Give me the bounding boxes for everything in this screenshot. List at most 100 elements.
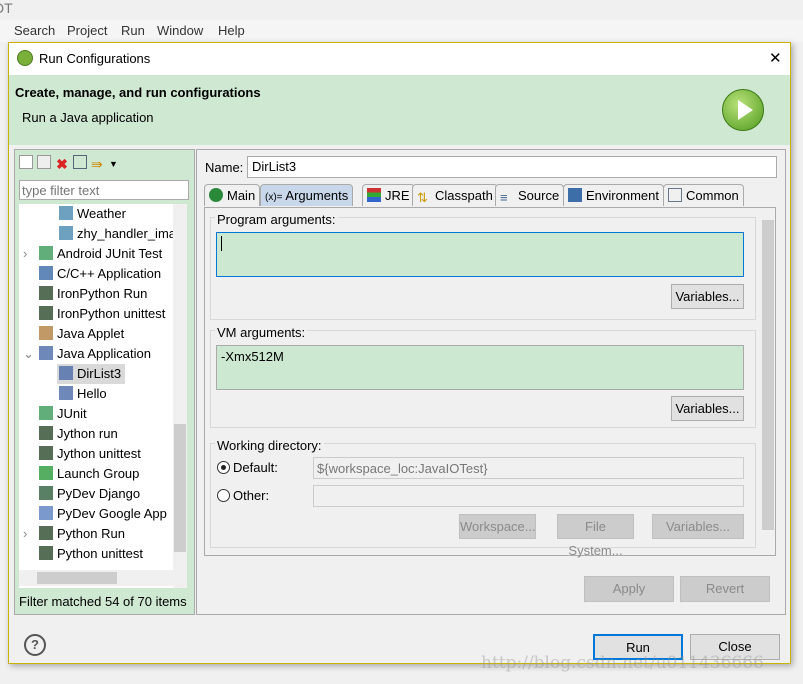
tree-item-label: Python Run	[57, 526, 125, 541]
other-label: Other:	[233, 488, 270, 503]
vm-arguments-group: VM arguments: -Xmx512M Variables...	[210, 325, 756, 428]
collapse-all-icon[interactable]	[73, 155, 87, 169]
program-arguments-input[interactable]	[216, 232, 744, 277]
tree-vscrollbar[interactable]	[173, 204, 187, 588]
name-input[interactable]: DirList3	[247, 156, 777, 178]
python-icon	[39, 546, 53, 560]
tree-item[interactable]: zhy_handler_ima	[59, 224, 176, 244]
close-icon[interactable]: ✕	[769, 49, 782, 67]
menu-help[interactable]: Help	[218, 23, 245, 38]
python-icon	[39, 446, 53, 460]
other-radio[interactable]	[217, 489, 230, 502]
title-bar: Run Configurations ✕	[9, 43, 790, 75]
program-arguments-label: Program arguments:	[215, 212, 338, 227]
tree-item[interactable]: ⌄ Java Application	[23, 344, 151, 364]
tree-item-label: PyDev Django	[57, 486, 141, 501]
apply-button[interactable]: Apply	[584, 576, 674, 602]
tree-item-label: Java Applet	[57, 326, 125, 341]
scroll-thumb[interactable]	[174, 424, 186, 552]
tree-item[interactable]: PyDev Google App	[39, 504, 167, 524]
menu-run[interactable]: Run	[121, 23, 145, 38]
tree-item-label: IronPython Run	[57, 286, 148, 301]
tab-source[interactable]: ≡ Source	[495, 184, 565, 206]
tree-item-label: Python unittest	[57, 546, 143, 561]
tree-item-label: DirList3	[77, 366, 122, 381]
android-app-icon	[59, 226, 73, 240]
menu-search[interactable]: Search	[14, 23, 55, 38]
tree-item-label: Java Application	[57, 346, 151, 361]
tab-common[interactable]: Common	[663, 184, 744, 206]
django-icon	[39, 486, 53, 500]
program-variables-button[interactable]: Variables...	[671, 284, 744, 309]
chevron-down-icon[interactable]: ⌄	[23, 344, 34, 364]
java-applet-icon	[39, 326, 53, 340]
tree-item[interactable]: IronPython Run	[39, 284, 147, 304]
default-radio[interactable]	[217, 461, 230, 474]
tree-item-label: Hello	[77, 386, 107, 401]
menu-project[interactable]: Project	[67, 23, 107, 38]
tree-item[interactable]: Jython unittest	[39, 444, 141, 464]
delete-icon[interactable]: ✖	[55, 157, 69, 171]
run-configurations-dialog: Run Configurations ✕ Create, manage, and…	[8, 42, 791, 673]
duplicate-icon[interactable]	[37, 155, 51, 169]
tree-item[interactable]: C/C++ Application	[39, 264, 161, 284]
tree-item[interactable]: Java Applet	[39, 324, 124, 344]
tab-environment[interactable]: Environment	[563, 184, 664, 206]
name-label: Name:	[205, 160, 244, 175]
working-directory-label: Working directory:	[215, 438, 324, 453]
tree-item[interactable]: Python unittest	[39, 544, 143, 564]
python-icon	[39, 426, 53, 440]
revert-button[interactable]: Revert	[680, 576, 770, 602]
vm-arguments-input[interactable]: -Xmx512M	[216, 345, 744, 390]
tree-item-label: IronPython unittest	[57, 306, 166, 321]
c-app-icon	[39, 266, 53, 280]
tree-item-label: Jython run	[57, 426, 118, 441]
chevron-right-icon[interactable]: ›	[23, 524, 27, 544]
tree-item[interactable]: Launch Group	[39, 464, 139, 484]
tab-arguments[interactable]: (x)= Arguments	[260, 184, 354, 206]
default-label: Default:	[233, 460, 278, 475]
tree-item[interactable]: DirList3	[57, 364, 126, 384]
window-title-fragment: DT	[0, 0, 13, 16]
menu-bar: Search Project Run Window Help	[0, 20, 803, 42]
run-banner-icon	[722, 89, 764, 131]
dialog-title: Run Configurations	[39, 51, 151, 66]
python-icon	[39, 286, 53, 300]
tab-jre[interactable]: JRE	[362, 184, 415, 206]
workdir-variables-button[interactable]: Variables...	[652, 514, 744, 539]
tree-item[interactable]: › Android JUnit Test	[23, 244, 162, 264]
filter-status: Filter matched 54 of 70 items	[19, 594, 187, 609]
launch-group-icon	[39, 466, 53, 480]
filter-input[interactable]	[19, 180, 189, 200]
menu-window[interactable]: Window	[157, 23, 203, 38]
tree-item[interactable]: PyDev Django	[39, 484, 140, 504]
tab-main[interactable]: Main	[204, 184, 261, 206]
vm-variables-button[interactable]: Variables...	[671, 396, 744, 421]
tree-item[interactable]: › Python Run	[23, 524, 125, 544]
tab-classpath[interactable]: ⇅ Classpath	[412, 184, 498, 206]
working-directory-group: Working directory: Default: ${workspace_…	[210, 438, 756, 558]
tree-hscrollbar[interactable]	[19, 570, 173, 586]
config-tree: Weather zhy_handler_ima › Android JUnit Tes…	[19, 204, 187, 588]
new-config-icon[interactable]	[19, 155, 33, 169]
file-system-button[interactable]: File System...	[557, 514, 634, 558]
content-scrollbar[interactable]	[761, 208, 775, 555]
arguments-tab-content: Program arguments: Variables... VM argum…	[204, 207, 776, 558]
java-app-icon	[59, 366, 73, 380]
chevron-down-icon[interactable]: ▼	[109, 159, 118, 169]
tree-item[interactable]: JUnit	[39, 404, 87, 424]
tree-item-label: Weather	[77, 206, 126, 221]
other-directory-field[interactable]	[313, 485, 744, 507]
tree-item[interactable]: Jython run	[39, 424, 118, 444]
workspace-button[interactable]: Workspace...	[459, 514, 536, 539]
tree-item[interactable]: Weather	[59, 204, 126, 224]
tree-item[interactable]: IronPython unittest	[39, 304, 165, 324]
filter-icon[interactable]: ⇛	[91, 156, 105, 172]
dialog-header: Create, manage, and run configurations R…	[9, 75, 790, 145]
java-app-icon	[39, 346, 53, 360]
python-icon	[39, 526, 53, 540]
tree-item[interactable]: Hello	[59, 384, 107, 404]
tree-item-label: JUnit	[57, 406, 87, 421]
chevron-right-icon[interactable]: ›	[23, 244, 27, 264]
help-icon[interactable]: ?	[24, 634, 46, 656]
